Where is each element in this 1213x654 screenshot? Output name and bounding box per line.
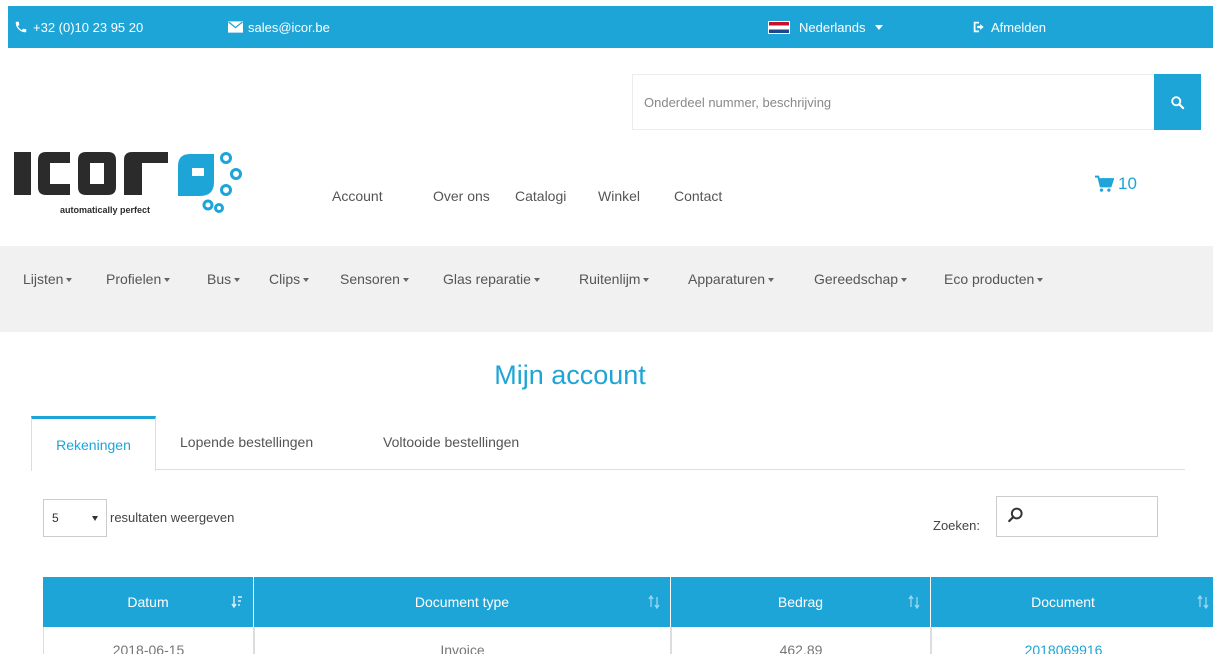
category-bar [0,246,1213,332]
phone-link[interactable]: +32 (0)10 23 95 20 [14,6,143,48]
chevron-down-icon [643,278,650,283]
category-label: Apparaturen [688,271,766,287]
nav-over-ons[interactable]: Over ons [433,188,490,204]
chevron-down-icon [402,278,409,283]
logout-label: Afmelden [991,19,1046,35]
phone-number: +32 (0)10 23 95 20 [33,19,144,35]
top-bar: +32 (0)10 23 95 20 sales@icor.be Nederla… [8,6,1213,48]
chevron-down-icon [1037,278,1044,283]
table-search-label: Zoeken: [933,518,980,533]
column-header-label: Document [1031,594,1095,610]
column-header-label: Bedrag [777,594,824,610]
search-placeholder: Onderdeel nummer, beschrijving [644,94,832,110]
logo[interactable]: automatically perfect [12,150,252,220]
chevron-down-icon [164,278,171,283]
category-label: Profielen [106,271,162,287]
dropdown-arrow-icon [92,515,98,521]
column-header-document[interactable]: Document [931,577,1213,627]
nav-catalogi[interactable]: Catalogi [515,188,566,204]
email-address: sales@icor.be [248,19,330,35]
column-header-label: Datum [127,594,169,610]
category-eco-producten[interactable]: Eco producten [944,271,1044,287]
category-apparaturen[interactable]: Apparaturen [688,271,775,287]
cart-link[interactable]: 10 [1094,174,1137,194]
sort-descending-icon [231,596,242,609]
category-gereedschap[interactable]: Gereedschap [814,271,908,287]
tab-label: Rekeningen [56,437,131,453]
column-header-document-type[interactable]: Document type [254,577,671,627]
category-label: Ruitenlijm [579,271,641,287]
page-title: Mijn account [494,360,646,390]
category-label: Eco producten [944,271,1035,287]
email-link[interactable]: sales@icor.be [228,6,330,48]
cart-count: 10 [1118,174,1137,193]
table-cell-datum: 2018-06-15 [43,627,254,654]
category-label: Clips [269,271,301,287]
category-label: Glas reparatie [443,271,531,287]
sign-out-icon [973,21,984,33]
dutch-flag-icon [768,20,790,34]
chevron-down-icon [533,278,540,283]
tabs-divider [31,469,1185,470]
table-cell-document: 2018069916 [931,627,1213,654]
category-ruitenlijm[interactable]: Ruitenlijm [579,271,650,287]
magnifier-icon [1008,507,1023,523]
category-clips[interactable]: Clips [269,271,310,287]
phone-icon [15,21,27,33]
envelope-icon [228,21,243,33]
tab-rekeningen[interactable]: Rekeningen [31,416,156,471]
category-lijsten[interactable]: Lijsten [23,271,73,287]
results-per-page-select[interactable]: 5 [43,499,107,537]
shopping-cart-icon [1095,175,1114,192]
column-header-bedrag[interactable]: Bedrag [671,577,931,627]
search-input[interactable]: Onderdeel nummer, beschrijving [632,74,1154,130]
table-cell-document-type: Invoice [254,627,671,654]
language-label: Nederlands [799,19,866,35]
tab-voltooide-bestellingen[interactable]: Voltooide bestellingen [383,434,519,450]
nav-winkel[interactable]: Winkel [598,188,640,204]
chevron-down-icon [901,278,908,283]
search-icon [1171,95,1185,109]
document-link[interactable]: 2018069916 [1025,642,1103,654]
chevron-down-icon [234,278,241,283]
nav-account[interactable]: Account [332,188,383,204]
language-dropdown[interactable]: Nederlands [768,6,883,48]
logout-link[interactable]: Afmelden [972,6,1046,48]
chevron-down-icon [66,278,73,283]
chevron-down-icon [303,278,310,283]
category-label: Bus [207,271,232,287]
category-label: Lijsten [23,271,64,287]
table-cell-bedrag: 462.89 [671,627,931,654]
nav-contact[interactable]: Contact [674,188,722,204]
sort-both-icon [1197,595,1209,609]
category-sensoren[interactable]: Sensoren [340,271,409,287]
sort-both-icon [908,595,920,609]
category-profielen[interactable]: Profielen [106,271,171,287]
tab-lopende-bestellingen[interactable]: Lopende bestellingen [180,434,313,450]
category-label: Gereedschap [814,271,899,287]
category-bus[interactable]: Bus [207,271,241,287]
results-per-page-label: resultaten weergeven [110,510,235,525]
chevron-down-icon [874,24,883,30]
search-button[interactable] [1154,74,1201,130]
column-header-label: Document type [414,594,510,610]
table-search-input[interactable] [996,496,1158,537]
sort-both-icon [648,595,660,609]
category-label: Sensoren [340,271,400,287]
logo-tagline: automatically perfect [60,205,151,215]
results-per-page-value: 5 [52,511,59,525]
column-header-datum[interactable]: Datum [43,577,254,627]
chevron-down-icon [768,278,775,283]
category-glas-reparatie[interactable]: Glas reparatie [443,271,540,287]
